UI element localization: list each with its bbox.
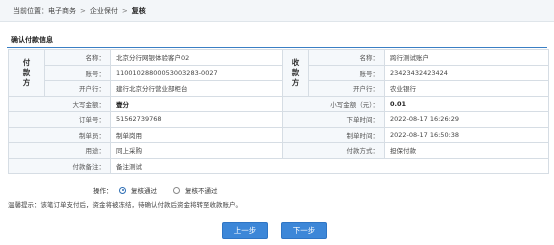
payment-info-table: 付款方 名称： 北京分行网银体验客户02 收款方 名称： 跨行测试账户 账号： … — [8, 49, 549, 174]
amount-cn-label: 大写金额： — [8, 95, 111, 112]
table-row: 付款备注： 备注测试 — [8, 157, 549, 174]
payee-name-value: 跨行测试账户 — [384, 49, 549, 66]
order-time-value: 2022-08-17 16:26:29 — [384, 111, 549, 128]
approve-radio[interactable]: 复核通过 — [119, 185, 157, 195]
pay-method-label: 付款方式： — [282, 142, 385, 159]
payee-side-text: 收款方 — [291, 57, 300, 87]
operation-label: 操作： — [93, 187, 113, 195]
next-step-button[interactable]: 下一步 — [281, 222, 327, 239]
remark-label: 付款备注： — [8, 157, 111, 174]
section-title-rule — [7, 47, 547, 48]
purpose-value: 同上采购 — [110, 142, 283, 159]
payer-name-label: 名称： — [44, 49, 111, 66]
table-row: 账号： 11001028800053003283-0027 账号： 234234… — [9, 64, 549, 81]
payer-account-label: 账号： — [44, 64, 111, 81]
table-row: 用途： 同上采购 付款方式： 担保付款 — [8, 142, 549, 159]
payee-bank-value: 农业银行 — [384, 80, 549, 97]
breadcrumb-separator: > — [80, 6, 86, 15]
payee-bank-label: 开户行： — [308, 80, 385, 97]
payee-account-label: 账号： — [308, 64, 385, 81]
table-row: 付款方 名称： 北京分行网银体验客户02 收款方 名称： 跨行测试账户 — [8, 49, 549, 97]
amount-label: 小写金额（元）： — [282, 95, 385, 112]
reject-radio-label[interactable]: 复核不通过 — [185, 185, 218, 195]
breadcrumb-prefix: 当前位置： — [13, 6, 48, 15]
table-row: 制单员： 制单岗用 制单时间： 2022-08-17 16:50:38 — [8, 126, 549, 143]
pay-method-value: 担保付款 — [384, 142, 549, 159]
payee-name-label: 名称： — [308, 49, 385, 66]
payer-bank-label: 开户行： — [44, 80, 111, 97]
breadcrumb: 当前位置： 电子商务 > 企业保付 > 复核 — [0, 0, 554, 22]
payee-account-value: 23423432423424 — [384, 64, 549, 81]
breadcrumb-item-review: 复核 — [131, 6, 146, 15]
purpose-label: 用途： — [8, 142, 111, 159]
reject-radio[interactable]: 复核不通过 — [173, 185, 218, 195]
amount-cn-value: 壹分 — [110, 95, 283, 112]
payer-side-label: 付款方 — [8, 49, 45, 97]
prev-step-button[interactable]: 上一步 — [222, 222, 268, 239]
maker-value: 制单岗用 — [110, 126, 283, 143]
radio-selected-icon[interactable] — [119, 186, 126, 194]
breadcrumb-separator: > — [121, 6, 128, 15]
order-time-label: 下单时间： — [282, 111, 385, 128]
payee-side-label: 收款方 — [282, 49, 309, 97]
amount-value: 0.01 — [384, 95, 549, 112]
payer-bank-value: 建行北京分行营业部柜台 — [110, 80, 283, 97]
payer-side-text: 付款方 — [22, 57, 31, 87]
table-row: 订单号： 51562739768 下单时间： 2022-08-17 16:26:… — [8, 111, 549, 128]
order-no-label: 订单号： — [8, 111, 111, 128]
make-time-value: 2022-08-17 16:50:38 — [384, 126, 549, 143]
table-row: 开户行： 建行北京分行营业部柜台 开户行： 农业银行 — [9, 80, 549, 97]
remark-value: 备注测试 — [110, 157, 549, 174]
radio-unselected-icon[interactable] — [173, 186, 180, 194]
approve-radio-label[interactable]: 复核通过 — [131, 185, 157, 195]
maker-label: 制单员： — [8, 126, 111, 143]
operation-row: 操作： 复核通过 复核不通过 — [0, 183, 554, 195]
breadcrumb-item-enterprise-guarantee[interactable]: 企业保付 — [90, 6, 118, 16]
payer-name-value: 北京分行网银体验客户02 — [110, 49, 283, 66]
table-row: 大写金额： 壹分 小写金额（元）： 0.01 — [8, 95, 549, 112]
order-no-value: 51562739768 — [110, 111, 283, 128]
tip-text: 温馨提示：该笔订单支付后，资金将被冻结，待确认付款后资金将转至收款账户。 — [8, 201, 242, 209]
make-time-label: 制单时间： — [282, 126, 385, 143]
payer-account-value: 11001028800053003283-0027 — [110, 64, 283, 81]
breadcrumb-item-ecommerce[interactable]: 电子商务 — [48, 6, 76, 16]
section-title: 确认付款信息 — [11, 36, 53, 44]
